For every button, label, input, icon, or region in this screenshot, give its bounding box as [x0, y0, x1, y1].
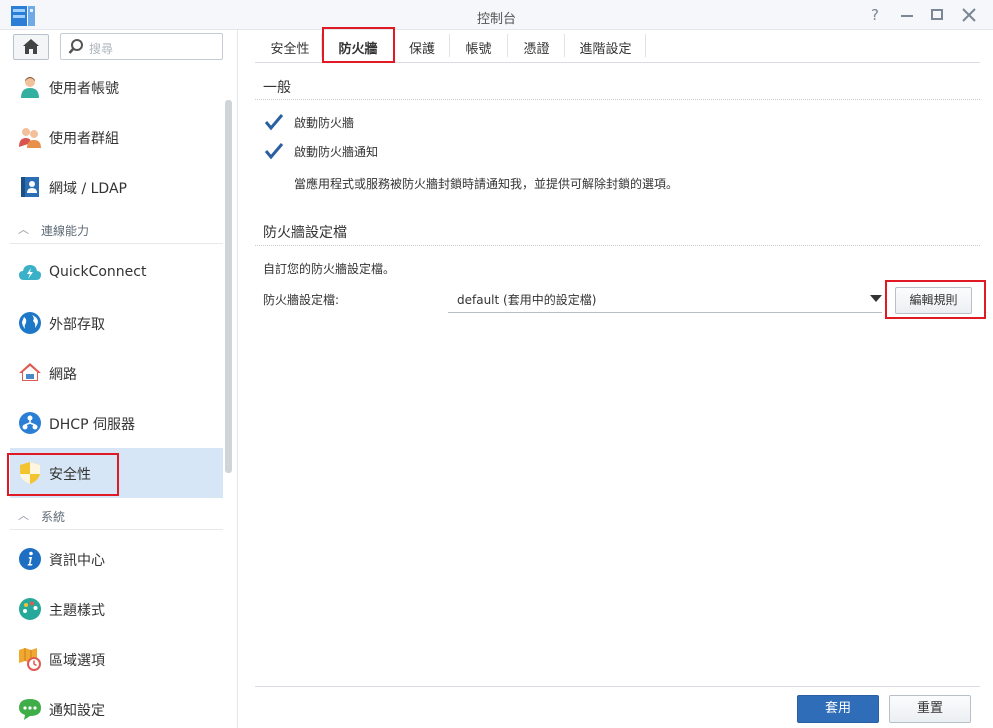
dhcp-server-icon [19, 412, 41, 434]
apply-button[interactable]: 套用 [797, 695, 879, 723]
divider [255, 245, 980, 246]
section-label: 系統 [41, 510, 66, 524]
footer-divider [255, 686, 980, 687]
sidebar-item-label: 使用者群組 [49, 131, 119, 147]
quickconnect-icon [19, 265, 41, 280]
chevron-up-icon: ︿ [18, 223, 29, 236]
tab-divider [645, 34, 646, 57]
tab-advanced[interactable]: 進階設定 [566, 30, 645, 62]
sidebar-scrollbar[interactable] [225, 100, 232, 473]
tab-bar: 安全性 防火牆 保護 帳號 憑證 進階設定 [255, 30, 980, 63]
chevron-up-icon: ︿ [18, 509, 29, 522]
user-icon [21, 77, 39, 98]
close-icon[interactable] [958, 4, 980, 26]
user-group-icon [19, 128, 41, 148]
sidebar-item-label: 通知設定 [49, 703, 105, 719]
tab-account[interactable]: 帳號 [451, 30, 506, 62]
divider [255, 99, 980, 100]
help-icon[interactable]: ? [864, 4, 886, 26]
sidebar-item-regional-options[interactable]: 區域選項 [10, 634, 223, 684]
minimize-icon[interactable] [896, 4, 918, 26]
sidebar-item-notification[interactable]: 通知設定 [10, 684, 223, 728]
sidebar-item-label: QuickConnect [49, 264, 147, 280]
enable-firewall-label: 啟動防火牆 [294, 116, 355, 130]
profile-field-label: 防火牆設定檔: [263, 293, 340, 307]
sidebar-item-user-group[interactable]: 使用者群組 [10, 112, 223, 162]
profile-description: 自訂您的防火牆設定檔。 [263, 262, 396, 276]
notify-description: 當應用程式或服務被防火牆封鎖時請通知我，並提供可解除封鎖的選項。 [294, 177, 679, 191]
tab-security[interactable]: 安全性 [259, 30, 321, 62]
dropdown-arrow-icon [870, 295, 882, 302]
security-shield-icon [20, 462, 40, 484]
notification-icon [19, 699, 41, 720]
sidebar-item-user[interactable]: 使用者帳號 [10, 62, 223, 112]
tab-firewall[interactable]: 防火牆 [324, 30, 392, 62]
section-system[interactable]: ︿ 系統 [10, 502, 223, 530]
home-icon [23, 39, 39, 54]
tab-certificate[interactable]: 憑證 [509, 30, 564, 62]
tab-divider [507, 34, 508, 57]
tab-divider [449, 34, 450, 57]
tab-divider [394, 34, 395, 57]
network-icon [19, 363, 41, 381]
info-center-icon [19, 548, 41, 570]
sidebar-item-security[interactable]: 安全性 [10, 448, 223, 498]
sidebar-item-label: 使用者帳號 [49, 81, 119, 97]
sidebar-item-label: 資訊中心 [49, 553, 105, 569]
sidebar-item-label: 區域選項 [49, 653, 105, 669]
window-title: 控制台 [476, 12, 516, 27]
search-icon [68, 39, 83, 54]
section-connectivity[interactable]: ︿ 連線能力 [10, 216, 223, 244]
sidebar-item-dhcp-server[interactable]: DHCP 伺服器 [10, 398, 223, 448]
enable-firewall-checkbox[interactable] [264, 112, 284, 132]
section-title-general: 一般 [263, 80, 291, 96]
external-access-icon [19, 312, 41, 334]
section-label: 連線能力 [41, 224, 90, 238]
home-button[interactable] [13, 34, 49, 60]
edit-rules-button[interactable]: 編輯規則 [895, 287, 972, 314]
sidebar-item-label: 主題樣式 [49, 603, 105, 619]
search-placeholder: 搜尋 [89, 42, 114, 56]
sidebar-item-label: 網域 / LDAP [49, 181, 127, 197]
enable-firewall-notify-label: 啟動防火牆通知 [294, 145, 379, 159]
title-bar: 控制台 ? [0, 0, 993, 30]
tab-divider [564, 34, 565, 57]
reset-button[interactable]: 重置 [889, 695, 971, 723]
sidebar-item-info-center[interactable]: 資訊中心 [10, 534, 223, 584]
tab-protection[interactable]: 保護 [396, 30, 448, 62]
firewall-profile-select[interactable]: default (套用中的設定檔) [448, 286, 882, 313]
sidebar-item-label: DHCP 伺服器 [49, 417, 135, 433]
regional-options-icon [19, 648, 41, 671]
section-title-firewall-profile: 防火牆設定檔 [263, 225, 347, 241]
sidebar-item-external-access[interactable]: 外部存取 [10, 298, 223, 348]
sidebar-item-label: 網路 [49, 367, 77, 383]
domain-ldap-icon [21, 177, 39, 197]
sidebar-item-network[interactable]: 網路 [10, 348, 223, 398]
sidebar-item-theme[interactable]: 主題樣式 [10, 584, 223, 634]
sidebar-item-label: 安全性 [49, 467, 91, 483]
firewall-profile-value: default (套用中的設定檔) [457, 293, 597, 307]
search-input[interactable]: 搜尋 [60, 33, 223, 60]
maximize-icon[interactable] [926, 4, 948, 26]
tab-divider [321, 34, 322, 57]
sidebar-item-label: 外部存取 [49, 317, 105, 333]
enable-firewall-notify-checkbox[interactable] [264, 141, 284, 161]
theme-icon [19, 598, 41, 620]
sidebar-item-quickconnect[interactable]: QuickConnect [10, 248, 223, 298]
sidebar-item-domain-ldap[interactable]: 網域 / LDAP [10, 162, 223, 212]
